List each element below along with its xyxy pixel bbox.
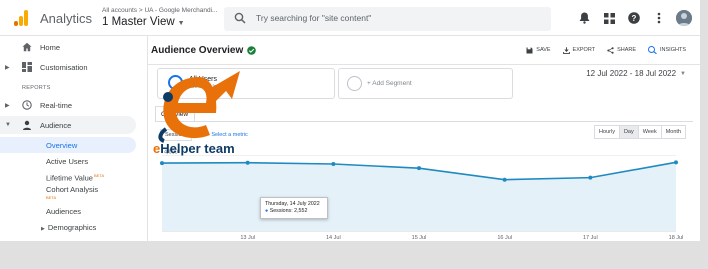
dashboard-icon bbox=[22, 62, 32, 72]
sidebar-item-label: Home bbox=[40, 42, 61, 52]
analytics-logo-icon[interactable] bbox=[14, 10, 28, 26]
data-point bbox=[245, 160, 250, 165]
insights-button[interactable]: INSIGHTS bbox=[648, 46, 686, 54]
expand-arrow-icon: ▶ bbox=[41, 226, 45, 232]
chart-tooltip: Thursday, 14 July 2022 ● Sessions: 2,552 bbox=[260, 197, 328, 219]
search-placeholder: Try searching for "site content" bbox=[256, 13, 372, 23]
title-divider bbox=[148, 64, 700, 65]
beta-badge: BETA bbox=[46, 195, 57, 200]
search-icon bbox=[234, 12, 246, 24]
sidebar-item-label: Audience bbox=[40, 120, 72, 130]
caret-down-icon: ▼ bbox=[680, 70, 686, 77]
collapse-arrow-icon[interactable]: ▼ bbox=[5, 122, 11, 128]
share-button[interactable]: SHARE bbox=[607, 46, 636, 54]
sidebar-item-audience[interactable]: ▼ Audience bbox=[0, 116, 136, 134]
app-frame: Analytics All accounts > UA - Google Mer… bbox=[0, 0, 708, 241]
save-icon bbox=[526, 47, 533, 53]
ehelper-watermark-logo bbox=[158, 71, 240, 143]
view-selector[interactable]: 1 Master View ▼ bbox=[102, 16, 185, 28]
account-breadcrumb[interactable]: All accounts > UA - Google Merchandi... bbox=[102, 7, 217, 14]
expand-arrow-icon[interactable]: ▶ bbox=[5, 64, 10, 71]
home-icon bbox=[22, 42, 32, 52]
bottom-margin bbox=[0, 241, 708, 269]
reports-section-heading: REPORTS bbox=[22, 85, 51, 91]
add-segment-button[interactable]: + Add Segment bbox=[338, 68, 513, 99]
granularity-hourly[interactable]: Hourly bbox=[594, 125, 620, 139]
sessions-line-chart: 4,0002,00013 Jul14 Jul15 Jul16 Jul17 Jul… bbox=[160, 150, 683, 241]
beta-badge: BETA bbox=[93, 173, 105, 178]
sidebar-item-label: Real-time bbox=[40, 100, 73, 110]
sidebar-item-home[interactable]: Home bbox=[0, 38, 148, 56]
export-button[interactable]: EXPORT bbox=[562, 46, 595, 54]
expand-arrow-icon[interactable]: ▶ bbox=[5, 102, 10, 109]
sidebar-subitem-demographics[interactable]: ▶ Demographics bbox=[0, 219, 148, 235]
insights-icon bbox=[648, 46, 657, 54]
top-bar: Analytics All accounts > UA - Google Mer… bbox=[0, 0, 700, 36]
caret-down-icon: ▼ bbox=[177, 20, 185, 27]
data-point bbox=[417, 166, 421, 171]
series-area bbox=[162, 162, 676, 231]
sidebar-subitem-lifetime-value[interactable]: Lifetime ValueBETA bbox=[0, 169, 148, 185]
tooltip-series: Sessions bbox=[269, 208, 292, 214]
data-point bbox=[331, 161, 336, 166]
data-point bbox=[160, 161, 164, 166]
save-button[interactable]: SAVE bbox=[526, 47, 551, 54]
date-range-picker[interactable]: 12 Jul 2022 - 18 Jul 2022 ▼ bbox=[586, 69, 686, 78]
ehelper-watermark-text: eHelper team bbox=[153, 141, 235, 156]
granularity-toggle: Hourly Day Week Month bbox=[594, 125, 686, 139]
add-segment-label: + Add Segment bbox=[367, 80, 412, 87]
share-icon bbox=[607, 46, 614, 54]
app-name: Analytics bbox=[40, 11, 93, 26]
sidebar: Home ▶ Customisation REPORTS ▶ Real-time… bbox=[0, 36, 148, 241]
bell-icon[interactable] bbox=[576, 10, 592, 26]
segment-ring-icon bbox=[347, 76, 362, 91]
report-actions: SAVE EXPORT SHARE INSIGHTS bbox=[526, 46, 686, 54]
page-title: Audience Overview bbox=[151, 45, 257, 56]
sidebar-item-customisation[interactable]: ▶ Customisation bbox=[0, 58, 148, 76]
data-point bbox=[588, 175, 593, 180]
sidebar-item-label: Customisation bbox=[40, 62, 88, 72]
verified-check-icon bbox=[247, 46, 257, 55]
tooltip-value: 2,552 bbox=[294, 208, 308, 214]
sidebar-subitem-cohort-analysis[interactable]: Cohort Analysis BETA bbox=[0, 184, 148, 204]
view-name: 1 Master View bbox=[102, 16, 175, 28]
sidebar-subitem-active-users[interactable]: Active Users bbox=[0, 153, 148, 169]
search-input[interactable]: Try searching for "site content" bbox=[224, 7, 551, 31]
sidebar-subitem-audiences[interactable]: Audiences bbox=[0, 203, 148, 219]
data-point bbox=[674, 160, 678, 165]
granularity-day[interactable]: Day bbox=[618, 125, 639, 139]
sidebar-subitem-overview[interactable]: Overview bbox=[0, 137, 136, 153]
help-icon[interactable]: ? bbox=[626, 10, 642, 26]
person-icon bbox=[23, 120, 31, 130]
series-dot-icon: ● bbox=[265, 208, 269, 214]
export-icon bbox=[562, 46, 570, 54]
svg-text:?: ? bbox=[632, 14, 637, 23]
top-icons: ? bbox=[576, 9, 692, 27]
sidebar-item-realtime[interactable]: ▶ Real-time bbox=[0, 96, 148, 114]
clock-icon bbox=[22, 100, 32, 110]
apps-grid-icon[interactable] bbox=[601, 10, 617, 26]
date-range-text: 12 Jul 2022 - 18 Jul 2022 bbox=[586, 69, 677, 78]
granularity-week[interactable]: Week bbox=[637, 125, 662, 139]
avatar[interactable] bbox=[676, 10, 692, 26]
more-vert-icon[interactable] bbox=[651, 10, 667, 26]
tooltip-date: Thursday, 14 July 2022 bbox=[265, 201, 320, 207]
data-point bbox=[502, 177, 507, 182]
granularity-month[interactable]: Month bbox=[660, 125, 686, 139]
